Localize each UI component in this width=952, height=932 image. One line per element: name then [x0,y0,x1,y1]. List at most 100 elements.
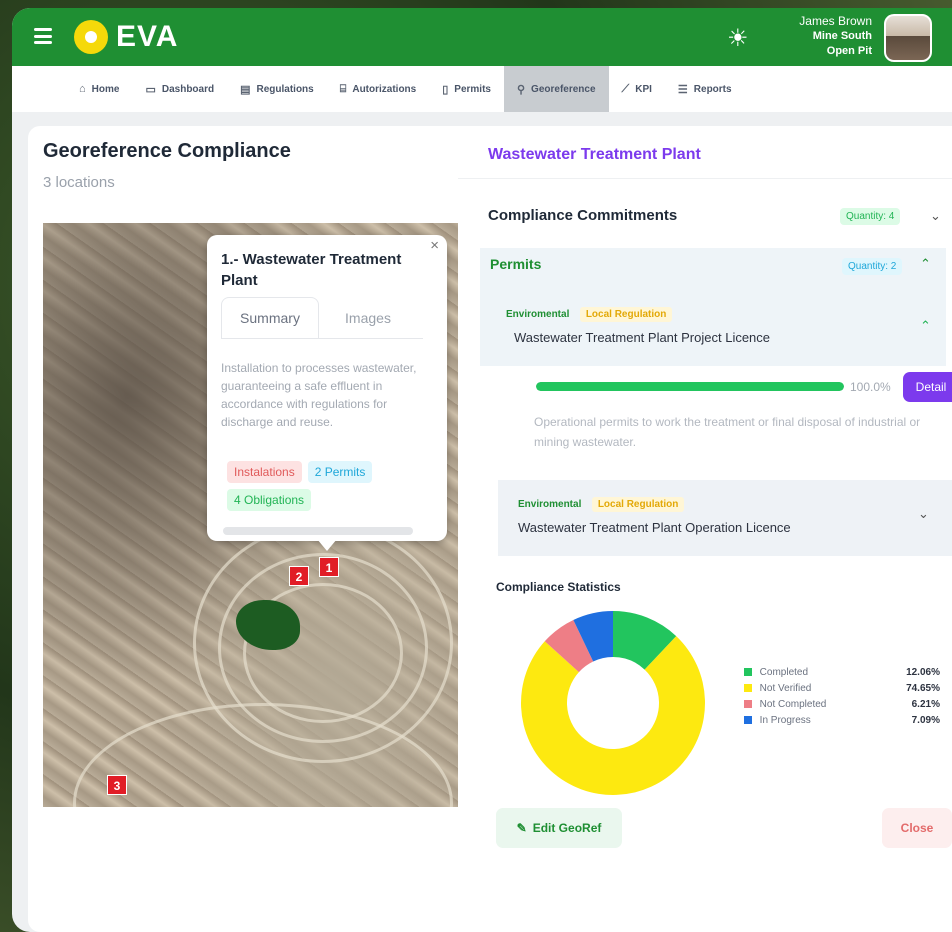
permits-section: Permits Quantity: 2 ⌃ Enviromental Local… [480,248,946,366]
permit-2-card[interactable]: Enviromental Local Regulation Wastewater… [498,480,952,556]
divider [458,178,952,179]
logo-mark [74,20,108,54]
permits-label[interactable]: Permits [490,256,541,272]
permit-2-name: Wastewater Treatment Plant Operation Lic… [518,520,791,535]
app-window: EVA ☀ James Brown Mine South Open Pit ⌂ H… [12,8,952,932]
compliance-donut-chart [521,611,705,795]
location-count: 3 locations [43,174,115,191]
permit-1-tags: Enviromental Local Regulation [506,304,673,322]
theme-toggle-sun-icon[interactable]: ☀ [727,24,749,53]
badge-instalations[interactable]: Instalations [227,461,302,483]
edit-georef-label: Edit GeoRef [532,821,602,835]
nav-kpi[interactable]: ⟋ KPI [609,66,665,112]
legend-item[interactable]: In Progress 7.09% [744,712,940,728]
list-icon: ☰ [677,83,688,96]
nav-label: Regulations [256,83,314,95]
permit-1-description: Operational permits to work the treatmen… [534,415,921,449]
commitments-qty-badge: Quantity: 4 [840,208,901,225]
bank-icon: ⌸ [339,82,347,95]
satellite-map[interactable]: 1 2 3 × 1.- Wastewater Treatment Plant S… [43,223,459,807]
nav-label: Reports [693,83,732,95]
nav-autorizations[interactable]: ⌸ Autorizations [327,66,430,112]
close-icon[interactable]: × [430,237,439,254]
popup-description: Installation to processes wastewater, gu… [221,361,417,429]
panel-title: Wastewater Treatment Plant [488,146,701,163]
permits-qty-badge: Quantity: 2 [842,258,903,275]
edit-georef-button[interactable]: ✎ Edit GeoRef [496,808,622,848]
permit-1-progress [536,382,844,391]
legend-value: 6.21% [911,698,940,710]
logo[interactable]: EVA [74,20,178,54]
regulations-icon: ▤ [240,83,251,96]
chevron-up-icon[interactable]: ⌃ [920,318,931,334]
legend-label: Completed [759,666,809,678]
location-popup: × 1.- Wastewater Treatment Plant Summary… [207,235,447,551]
user-site: Mine South [812,30,872,42]
legend-value: 12.06% [906,666,940,678]
detail-button[interactable]: Detail [903,372,952,402]
chevron-down-icon[interactable]: ⌄ [918,506,929,522]
tag-enviromental: Enviromental [506,309,570,320]
legend-swatch [744,700,752,708]
nav-label: Autorizations [352,83,417,95]
permit-1-name[interactable]: Wastewater Treatment Plant Project Licen… [514,330,770,345]
donut-slice-not-verified[interactable] [521,636,705,795]
popup-scrollbar[interactable] [223,527,413,535]
legend-label: In Progress [759,714,811,726]
georeference-card: Georeference Compliance 3 locations 1 2 … [28,126,474,932]
nav-permits[interactable]: ▯ Permits [429,66,504,112]
nav-reports[interactable]: ☰ Reports [665,66,745,112]
permit-1-progress-label: 100.0% [850,380,891,394]
commitments-label: Compliance Commitments [488,206,678,224]
legend-item[interactable]: Completed 12.06% [744,664,940,680]
chevron-up-icon[interactable]: ⌃ [920,256,931,272]
nav-regulations[interactable]: ▤ Regulations [227,66,327,112]
chart-legend: Completed 12.06% Not Verified 74.65% Not Com… [744,664,940,728]
nav-dashboard[interactable]: ▭ Dashboard [132,66,227,112]
main-nav: ⌂ Home ▭ Dashboard ▤ Regulations ⌸ Autorizat… [12,66,952,112]
legend-value: 74.65% [906,682,940,694]
nav-label: Permits [454,83,491,95]
map-marker-2[interactable]: 2 [289,566,309,586]
stats-title: Compliance Statistics [496,580,621,594]
legend-swatch [744,684,752,692]
nav-label: Home [91,83,120,95]
tab-summary[interactable]: Summary [221,297,319,338]
top-bar: EVA ☀ James Brown Mine South Open Pit [12,8,952,66]
legend-item[interactable]: Not Completed 6.21% [744,696,940,712]
nav-home[interactable]: ⌂ Home [66,66,132,112]
legend-label: Not Completed [759,698,827,710]
user-info[interactable]: James Brown Mine South Open Pit [799,14,872,59]
menu-icon[interactable] [34,28,52,44]
home-icon: ⌂ [79,83,86,95]
logo-text: EVA [116,20,179,53]
map-marker-1[interactable]: 1 [319,557,339,577]
badge-permits[interactable]: 2 Permits [307,461,373,483]
page-title: Georeference Compliance [43,140,291,162]
permit-2-tags: Enviromental Local Regulation [518,494,685,512]
legend-item[interactable]: Not Verified 74.65% [744,680,940,696]
document-icon: ▯ [442,83,449,96]
popup-tabs: Summary Images [221,297,423,339]
chevron-down-icon[interactable]: ⌄ [930,208,941,224]
tag-enviromental: Enviromental [518,499,582,510]
close-button[interactable]: Close [882,808,952,848]
progress-fill [536,382,844,391]
tab-images[interactable]: Images [319,297,417,338]
nav-georeference[interactable]: ⚲ Georeference [503,66,609,112]
badge-obligations[interactable]: 4 Obligations [227,489,312,511]
nav-label: Dashboard [161,83,215,95]
nav-label: Georeference [531,83,596,95]
popup-title: 1.- Wastewater Treatment Plant [221,251,402,289]
map-marker-3[interactable]: 3 [107,775,127,795]
tag-local-regulation: Local Regulation [579,307,673,322]
location-pin-icon: ⚲ [516,83,526,96]
user-name: James Brown [799,14,872,28]
legend-label: Not Verified [759,682,812,694]
user-pit: Open Pit [826,45,872,57]
dashboard-icon: ▭ [145,83,156,96]
pencil-icon: ✎ [516,821,527,835]
avatar[interactable] [884,14,932,62]
detail-panel: Wastewater Treatment Plant Compliance Co… [458,126,952,932]
nav-label: KPI [635,83,652,95]
